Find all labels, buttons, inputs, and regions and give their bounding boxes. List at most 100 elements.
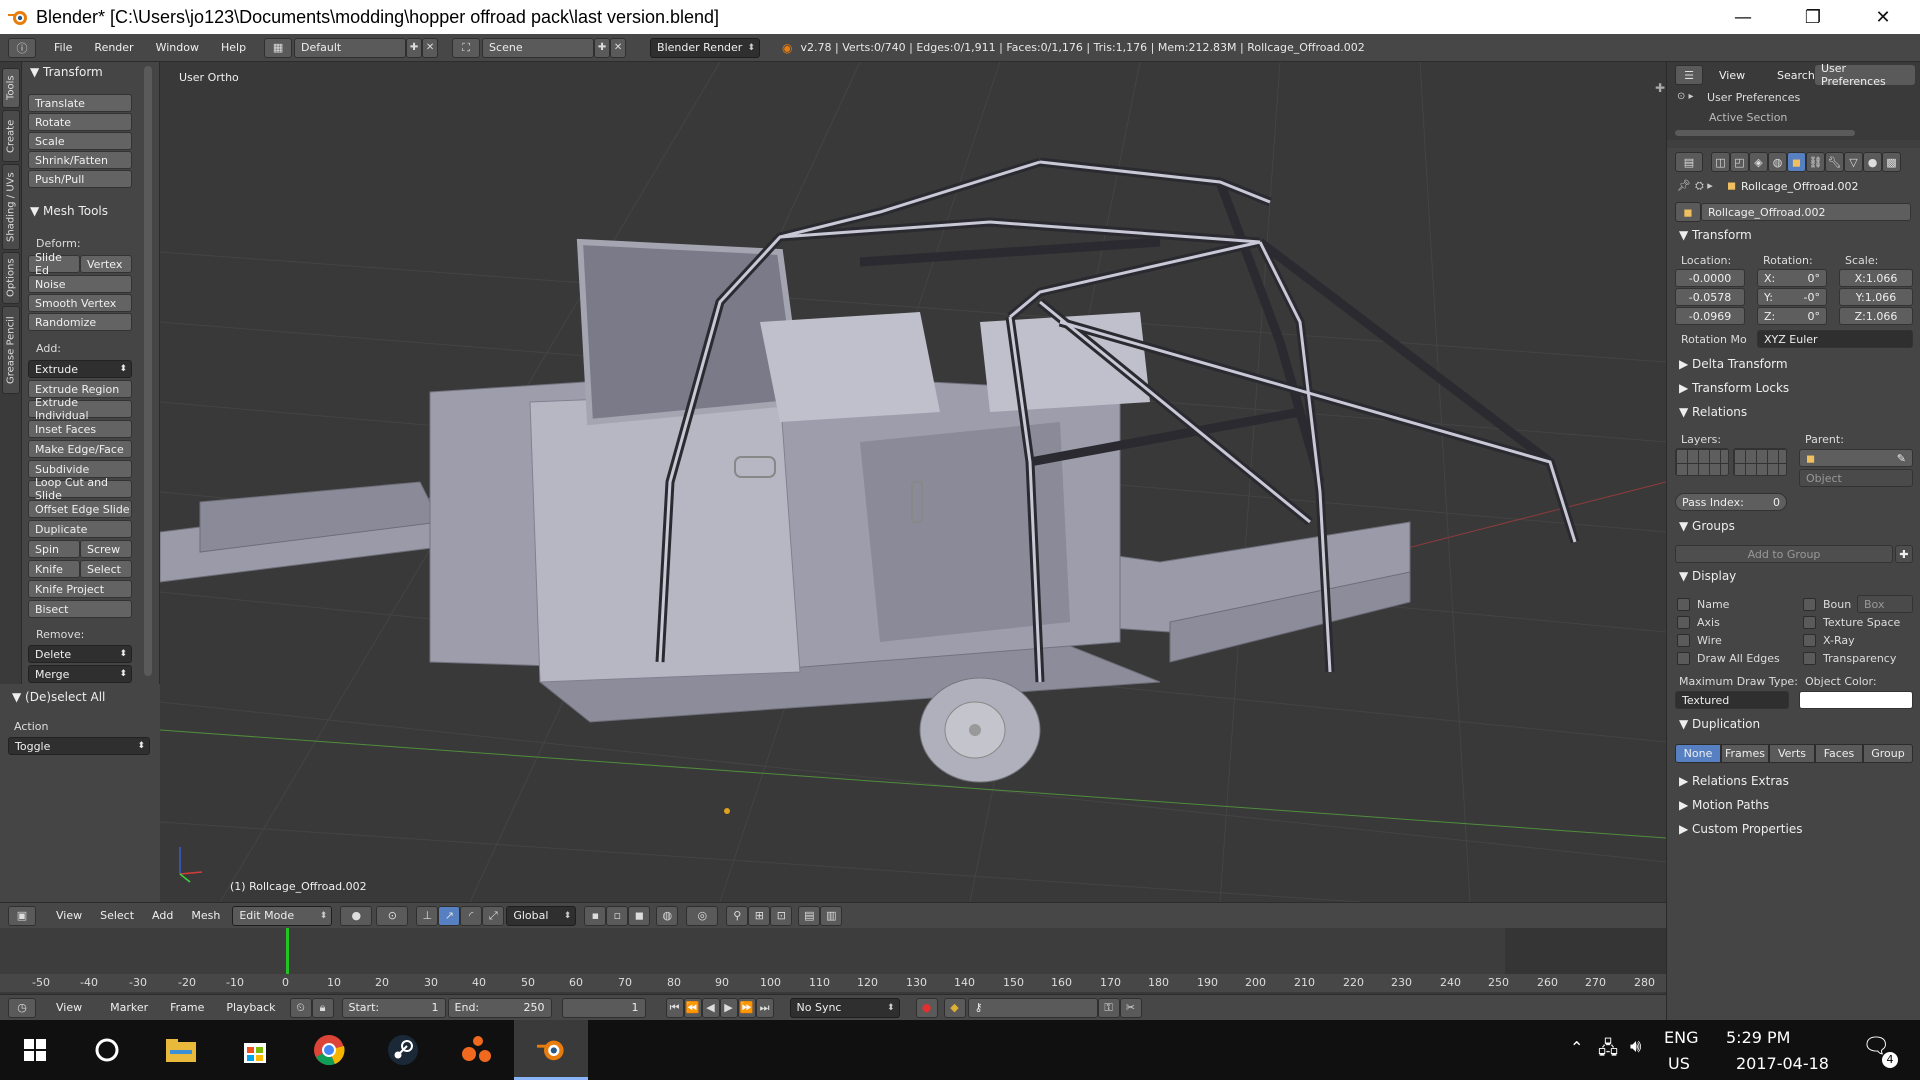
motion-paths-header[interactable]: ▶ Motion Paths	[1679, 798, 1769, 812]
add-to-group-button[interactable]: Add to Group	[1675, 545, 1893, 563]
tl-menu-view[interactable]: View	[50, 998, 88, 1018]
translate-button[interactable]: Translate	[28, 94, 132, 112]
vp-menu-add[interactable]: Add	[146, 906, 179, 926]
scale-z-field[interactable]: Z:1.066	[1839, 307, 1913, 325]
object-color-swatch[interactable]	[1799, 691, 1913, 709]
outliner-menu-view[interactable]: View	[1713, 65, 1751, 85]
delta-transform-header[interactable]: ▶ Delta Transform	[1679, 357, 1788, 371]
vertex-slide-button[interactable]: Vertex	[80, 255, 132, 273]
screen-layout-icon[interactable]: ▦	[264, 37, 293, 58]
rotation-y-field[interactable]: Y: -0°	[1757, 288, 1827, 306]
viewport-scene[interactable]: ✚	[160, 62, 1666, 902]
menu-window[interactable]: Window	[150, 38, 205, 58]
lock-time-icon[interactable]: 🔒︎	[311, 997, 334, 1018]
display-xray-checkbox[interactable]	[1803, 634, 1816, 647]
translate-manipulator-icon[interactable]: ↗	[438, 905, 461, 926]
face-select-icon[interactable]: ◼	[628, 905, 651, 926]
parent-field[interactable]: ◼ ✎	[1799, 449, 1913, 467]
display-header[interactable]: ▼ Display	[1679, 569, 1736, 583]
scene-icon[interactable]: ⛶	[452, 37, 481, 58]
scale-y-field[interactable]: Y:1.066	[1839, 288, 1913, 306]
display-all-edges-checkbox[interactable]	[1677, 652, 1690, 665]
object-name-field[interactable]: Rollcage_Offroad.002	[1701, 203, 1911, 221]
record-icon[interactable]: ●	[915, 997, 938, 1018]
editor-type-outliner-icon[interactable]: ☰	[1675, 65, 1703, 85]
scene-field[interactable]: Scene	[482, 37, 595, 58]
duplicate-button[interactable]: Duplicate	[28, 520, 132, 538]
tab-options[interactable]: Options	[2, 252, 20, 304]
add-scene-icon[interactable]: ✚	[594, 37, 611, 58]
location-z-field[interactable]: -0.0969	[1675, 307, 1745, 325]
outliner-display-mode[interactable]: User Preferences	[1815, 62, 1915, 88]
noise-button[interactable]: Noise	[28, 275, 132, 293]
end-frame-field[interactable]: End: 250	[447, 997, 552, 1018]
pin-icon[interactable]: 📌︎	[1677, 179, 1691, 192]
play-reverse-icon[interactable]: ◀	[701, 997, 720, 1018]
rotate-button[interactable]: Rotate	[28, 113, 132, 131]
scale-manipulator-icon[interactable]: ⤢	[482, 905, 505, 926]
pivot-point-icon[interactable]: ⊙	[376, 905, 409, 926]
insert-keyframe-icon[interactable]: ⚿	[1097, 997, 1120, 1018]
deselect-all-header[interactable]: ▼ (De)select All	[12, 690, 105, 704]
bounds-type-dropdown[interactable]: Box	[1857, 595, 1913, 613]
constraints-tab-icon[interactable]: ⛓	[1806, 152, 1825, 172]
modifiers-tab-icon[interactable]: 🔧︎	[1825, 152, 1844, 172]
texture-tab-icon[interactable]: ▩	[1882, 152, 1901, 172]
transform-orientation-dropdown[interactable]: Global	[506, 905, 577, 926]
store-taskbar-icon[interactable]	[218, 1020, 292, 1080]
current-frame-field[interactable]: 1	[561, 997, 646, 1018]
scene-tab-icon[interactable]: ◈	[1749, 152, 1768, 172]
tab-create[interactable]: Create	[2, 110, 20, 162]
world-tab-icon[interactable]: ◍	[1768, 152, 1787, 172]
bisect-button[interactable]: Bisect	[28, 600, 132, 618]
scale-button[interactable]: Scale	[28, 132, 132, 150]
add-layout-icon[interactable]: ✚	[406, 37, 423, 58]
display-texture-space-checkbox[interactable]	[1803, 616, 1816, 629]
randomize-button[interactable]: Randomize	[28, 313, 132, 331]
cortana-button[interactable]	[70, 1020, 144, 1080]
viewport-shading-icon[interactable]: ●	[340, 905, 373, 926]
vp-menu-select[interactable]: Select	[94, 906, 140, 926]
dup-frames-tab[interactable]: Frames	[1721, 744, 1769, 763]
vp-menu-view[interactable]: View	[50, 906, 88, 926]
slide-edge-button[interactable]: Slide Ed	[28, 251, 80, 277]
editor-type-3d-icon[interactable]: ▣	[8, 905, 36, 926]
layers-grid-right[interactable]	[1733, 448, 1787, 476]
limit-selection-icon[interactable]: ◍	[656, 905, 679, 926]
add-group-icon[interactable]: ✚	[1895, 545, 1913, 563]
duplication-header[interactable]: ▼ Duplication	[1679, 717, 1760, 731]
display-name-checkbox[interactable]	[1677, 598, 1690, 611]
snap-target-icon[interactable]: ⊡	[770, 905, 793, 926]
inset-faces-button[interactable]: Inset Faces	[28, 420, 132, 438]
merge-dropdown[interactable]: Merge	[28, 665, 132, 683]
snap-element-icon[interactable]: ⊞	[748, 905, 771, 926]
eyedropper-icon[interactable]: ✎	[1897, 452, 1906, 465]
blender-taskbar-icon[interactable]	[514, 1020, 588, 1080]
knife-project-button[interactable]: Knife Project	[28, 580, 132, 598]
origin-taskbar-icon[interactable]	[440, 1020, 514, 1080]
rotation-x-field[interactable]: X: 0°	[1757, 269, 1827, 287]
jump-keyframe-back-icon[interactable]: ⏪	[683, 997, 702, 1018]
location-x-field[interactable]: -0.0000	[1675, 269, 1745, 287]
display-wire-checkbox[interactable]	[1677, 634, 1690, 647]
minimize-button[interactable]: —	[1713, 0, 1773, 34]
jump-keyframe-forward-icon[interactable]: ⏩	[737, 997, 756, 1018]
pass-index-field[interactable]: Pass Index: 0	[1675, 493, 1787, 511]
chrome-taskbar-icon[interactable]	[292, 1020, 366, 1080]
vp-menu-mesh[interactable]: Mesh	[185, 906, 226, 926]
tool-shelf-scrollbar[interactable]	[144, 66, 152, 676]
smooth-vertex-button[interactable]: Smooth Vertex	[28, 294, 132, 312]
dup-group-tab[interactable]: Group	[1863, 744, 1913, 763]
relations-header[interactable]: ▼ Relations	[1679, 405, 1747, 419]
layers-grid-left[interactable]	[1675, 448, 1729, 476]
rotation-mode-dropdown[interactable]: XYZ Euler	[1757, 330, 1913, 348]
rotation-z-field[interactable]: Z: 0°	[1757, 307, 1827, 325]
loop-cut-slide-button[interactable]: Loop Cut and Slide	[28, 476, 132, 502]
menu-file[interactable]: File	[48, 38, 78, 58]
dup-verts-tab[interactable]: Verts	[1769, 744, 1815, 763]
edge-select-icon[interactable]: ▫	[606, 905, 629, 926]
outliner-menu-search[interactable]: Search	[1771, 65, 1821, 85]
menu-render[interactable]: Render	[88, 38, 139, 58]
keying-set-icon[interactable]: ◆	[943, 997, 966, 1018]
tl-menu-marker[interactable]: Marker	[104, 998, 154, 1018]
